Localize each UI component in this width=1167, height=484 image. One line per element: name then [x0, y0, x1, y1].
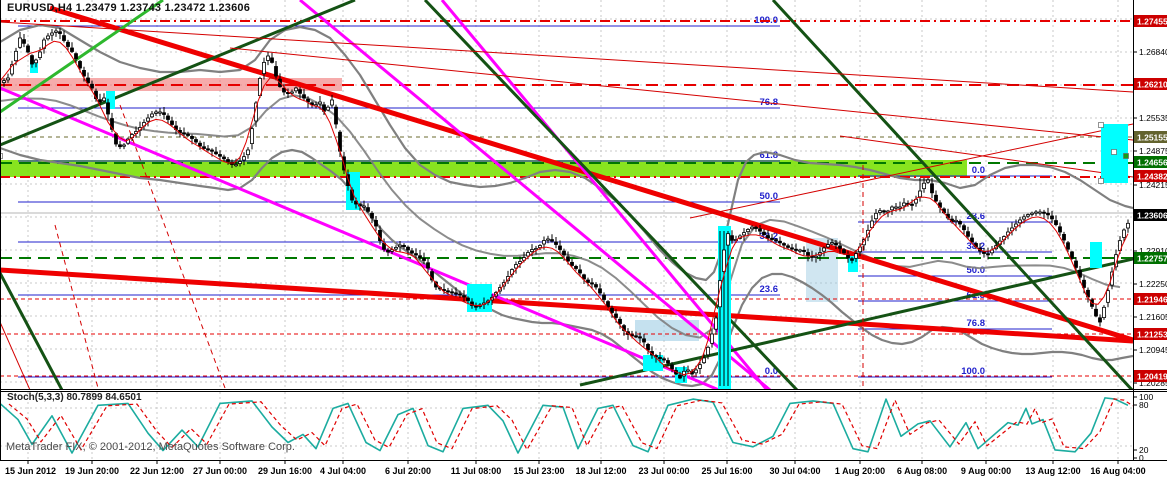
svg-text:30 Jul 04:00: 30 Jul 04:00 — [769, 466, 820, 476]
highlight-box — [1090, 242, 1102, 268]
svg-text:1.22757: 1.22757 — [1137, 254, 1167, 264]
svg-text:1.21946: 1.21946 — [1137, 295, 1167, 305]
svg-text:1.21253: 1.21253 — [1137, 330, 1167, 340]
svg-text:1.26210: 1.26210 — [1137, 80, 1167, 90]
svg-text:4 Jul 04:00: 4 Jul 04:00 — [320, 466, 366, 476]
svg-text:80: 80 — [1139, 400, 1149, 410]
svg-text:29 Jun 16:00: 29 Jun 16:00 — [258, 466, 312, 476]
svg-text:1.22250: 1.22250 — [1139, 279, 1167, 289]
svg-text:1.21605: 1.21605 — [1139, 312, 1167, 322]
svg-text:11 Jul 08:00: 11 Jul 08:00 — [451, 466, 502, 476]
svg-text:27 Jun 00:00: 27 Jun 00:00 — [193, 466, 247, 476]
svg-text:23 Jul 00:00: 23 Jul 00:00 — [638, 466, 689, 476]
svg-text:19 Jun 20:00: 19 Jun 20:00 — [65, 466, 119, 476]
price-chart-canvas[interactable]: 100.076.861.850.038.223.60.00.023.638.25… — [0, 0, 1167, 484]
svg-text:13 Aug 12:00: 13 Aug 12:00 — [1025, 466, 1080, 476]
svg-text:18 Jul 12:00: 18 Jul 12:00 — [575, 466, 626, 476]
svg-text:76.8: 76.8 — [967, 318, 986, 329]
svg-text:1.26840: 1.26840 — [1139, 47, 1167, 57]
svg-text:1.20945: 1.20945 — [1139, 345, 1167, 355]
svg-text:23.6: 23.6 — [760, 284, 779, 295]
svg-text:15 Jul 23:00: 15 Jul 23:00 — [513, 466, 564, 476]
svg-text:6 Aug 08:00: 6 Aug 08:00 — [897, 466, 947, 476]
svg-text:16 Aug 04:00: 16 Aug 04:00 — [1090, 466, 1145, 476]
svg-text:1.20419: 1.20419 — [1137, 372, 1167, 382]
svg-text:1.24656: 1.24656 — [1137, 158, 1167, 168]
svg-text:1.23606: 1.23606 — [1137, 211, 1167, 221]
svg-text:1.27455: 1.27455 — [1137, 17, 1167, 27]
metatrader-chart-window: 100.076.861.850.038.223.60.00.023.638.25… — [0, 0, 1167, 484]
svg-text:0.0: 0.0 — [972, 165, 985, 176]
svg-text:15 Jun 2012: 15 Jun 2012 — [5, 466, 56, 476]
svg-text:1.25535: 1.25535 — [1139, 113, 1167, 123]
svg-text:9 Aug 00:00: 9 Aug 00:00 — [961, 466, 1011, 476]
svg-text:6 Jul 20:00: 6 Jul 20:00 — [385, 466, 431, 476]
svg-text:1 Aug 20:00: 1 Aug 20:00 — [835, 466, 885, 476]
svg-text:100.0: 100.0 — [961, 366, 985, 377]
svg-text:0: 0 — [1139, 453, 1144, 463]
svg-text:1.24382: 1.24382 — [1137, 172, 1167, 182]
svg-text:1.25155: 1.25155 — [1137, 133, 1167, 143]
svg-text:25 Jul 16:00: 25 Jul 16:00 — [701, 466, 752, 476]
svg-text:1.24875: 1.24875 — [1139, 146, 1167, 156]
svg-text:22 Jun 12:00: 22 Jun 12:00 — [130, 466, 184, 476]
